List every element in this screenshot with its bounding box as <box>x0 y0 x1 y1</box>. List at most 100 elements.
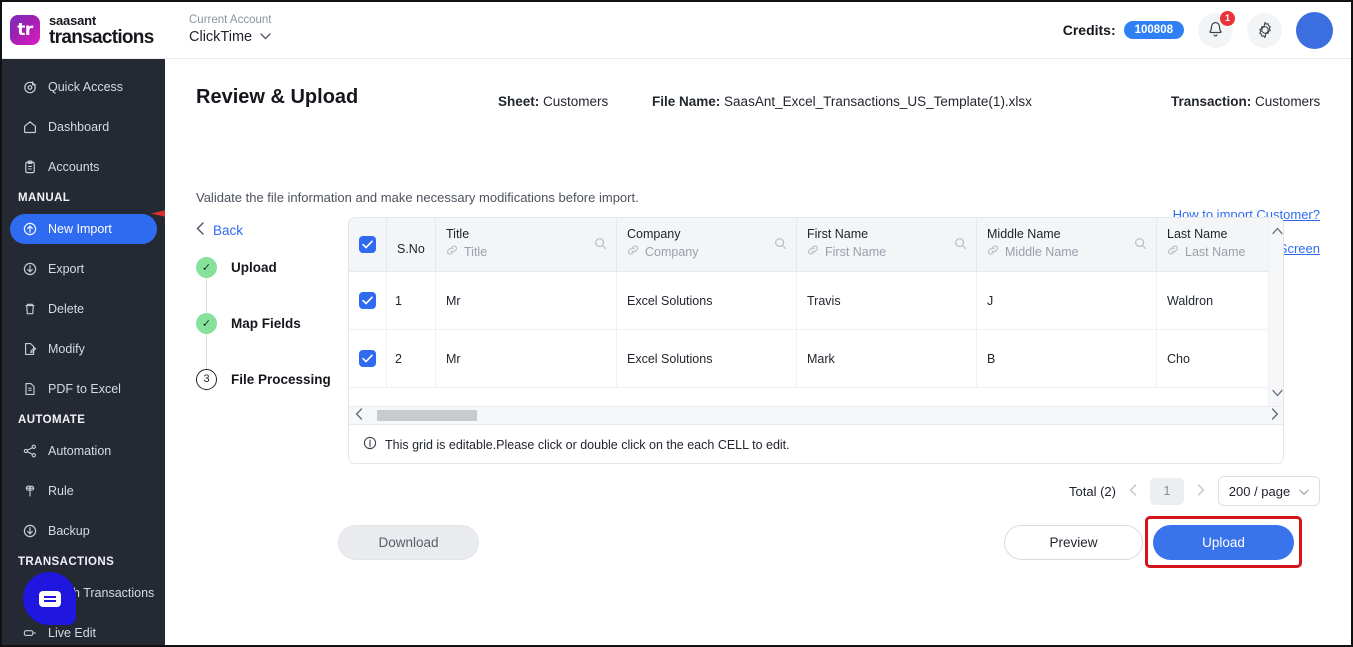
app-window: tr saasant transactions Current Account … <box>0 0 1353 647</box>
scroll-right-icon[interactable] <box>1271 407 1279 425</box>
grid-note-text: This grid is editable.Please click or do… <box>385 437 790 452</box>
transaction-meta: Transaction: Customers <box>1171 94 1320 109</box>
download-button[interactable]: Download <box>338 525 479 560</box>
row-select-cell[interactable] <box>349 272 387 329</box>
cell-last-name[interactable]: Waldron <box>1157 272 1279 329</box>
preview-button[interactable]: Preview <box>1004 525 1143 560</box>
sidebar-item-pdf-to-excel[interactable]: PDF to Excel <box>10 374 157 404</box>
sidebar-item-delete[interactable]: Delete <box>10 294 157 324</box>
current-account-selector[interactable]: Current Account ClickTime <box>189 14 271 46</box>
download-icon <box>23 524 37 538</box>
pagination-next-button[interactable] <box>1197 483 1205 499</box>
sidebar-item-backup[interactable]: Backup <box>10 516 157 546</box>
credits-value-badge[interactable]: 100808 <box>1123 21 1184 39</box>
back-button[interactable]: Back <box>196 222 243 238</box>
step-status-icon: ✓ <box>196 256 217 278</box>
column-header-first-name[interactable]: First Name First Name <box>797 218 977 271</box>
cell-sno[interactable]: 2 <box>387 330 436 387</box>
search-icon[interactable] <box>954 237 967 255</box>
scroll-down-icon[interactable] <box>1271 384 1283 402</box>
hscroll-thumb[interactable] <box>377 410 477 421</box>
column-mapped-field: First Name <box>825 244 887 259</box>
cell-company[interactable]: Excel Solutions <box>617 272 797 329</box>
home-icon <box>23 120 37 134</box>
step-file-processing[interactable]: 3 File Processing <box>196 351 346 407</box>
saasant-logo-icon: tr <box>10 15 40 45</box>
pagination-prev-button[interactable] <box>1129 483 1137 499</box>
share-nodes-icon <box>23 444 37 458</box>
sheet-label: Sheet: <box>498 94 540 109</box>
search-icon[interactable] <box>594 237 607 255</box>
transaction-value: Customers <box>1255 94 1321 109</box>
row-select-cell[interactable] <box>349 330 387 387</box>
search-icon[interactable] <box>774 237 787 255</box>
column-header-title[interactable]: Title Title <box>436 218 617 271</box>
brand-name-top: saasant <box>49 12 97 28</box>
scroll-up-icon[interactable] <box>1271 222 1283 240</box>
clipboard-icon <box>23 160 37 174</box>
steps-list: ✓ Upload ✓ Map Fields 3 File Processing <box>196 239 346 407</box>
column-title: Last Name <box>1167 227 1228 241</box>
cell-company[interactable]: Excel Solutions <box>617 330 797 387</box>
credits-label: Credits: <box>1062 22 1116 38</box>
pagination-current-page[interactable]: 1 <box>1150 477 1184 505</box>
back-label: Back <box>213 222 244 238</box>
cell-first-name[interactable]: Travis <box>797 272 977 329</box>
sidebar-item-label: Live Edit <box>48 626 96 640</box>
step-upload[interactable]: ✓ Upload <box>196 239 346 295</box>
sidebar-item-label: Accounts <box>48 160 100 174</box>
column-header-last-name[interactable]: Last Name Last Name <box>1157 218 1279 271</box>
notification-count-badge: 1 <box>1220 10 1235 26</box>
chevron-down-icon[interactable] <box>260 31 271 44</box>
sidebar-item-label: Modify <box>48 342 85 356</box>
transaction-label: Transaction: <box>1171 94 1252 109</box>
column-header-company[interactable]: Company Company <box>617 218 797 271</box>
select-all-checkbox[interactable] <box>359 236 376 253</box>
sidebar-item-modify[interactable]: Modify <box>10 334 157 364</box>
sidebar-item-rule[interactable]: Rule <box>10 476 157 506</box>
sidebar-item-accounts[interactable]: Accounts <box>10 152 157 182</box>
avatar[interactable] <box>1296 11 1333 49</box>
link-icon <box>1167 244 1179 259</box>
page-size-selector[interactable]: 200 / page <box>1218 476 1320 506</box>
sheet-value: Customers <box>543 94 609 109</box>
page-subtitle: Validate the file information and make n… <box>196 190 639 205</box>
sidebar-item-label: Automation <box>48 444 112 458</box>
sidebar-item-new-import[interactable]: New Import <box>10 214 157 244</box>
chat-bubble-icon[interactable] <box>23 572 76 625</box>
row-checkbox[interactable] <box>359 350 376 367</box>
cell-first-name[interactable]: Mark <box>797 330 977 387</box>
row-checkbox[interactable] <box>359 292 376 309</box>
table-row[interactable]: 1 Mr Excel Solutions Travis J Waldron <box>349 272 1279 330</box>
link-icon <box>807 244 819 259</box>
cell-sno[interactable]: 1 <box>387 272 436 329</box>
sidebar-item-dashboard[interactable]: Dashboard <box>10 112 157 142</box>
top-bar: tr saasant transactions Current Account … <box>2 2 1351 59</box>
notifications-button[interactable]: 1 <box>1198 10 1235 48</box>
sidebar-item-automation[interactable]: Automation <box>10 436 157 466</box>
grid-horizontal-scrollbar[interactable] <box>349 406 1283 425</box>
target-icon <box>23 80 37 94</box>
grid-vertical-scrollbar[interactable] <box>1268 218 1283 406</box>
cell-title[interactable]: Mr <box>436 272 617 329</box>
sidebar-item-live-edit[interactable]: Live Edit <box>10 618 157 645</box>
column-header-middle-name[interactable]: Middle Name Middle Name <box>977 218 1157 271</box>
sidebar-item-label: PDF to Excel <box>48 382 121 396</box>
select-all-header-cell[interactable] <box>349 218 387 271</box>
cell-last-name[interactable]: Cho <box>1157 330 1279 387</box>
scroll-left-icon[interactable] <box>355 407 363 425</box>
sidebar-item-quick-access[interactable]: Quick Access <box>10 72 157 102</box>
hscroll-track[interactable] <box>367 410 1267 421</box>
brand-logo[interactable]: tr saasant transactions <box>10 14 170 47</box>
table-row[interactable]: 2 Mr Excel Solutions Mark B Cho <box>349 330 1279 388</box>
cell-middle-name[interactable]: B <box>977 330 1157 387</box>
sidebar-item-export[interactable]: Export <box>10 254 157 284</box>
step-map-fields[interactable]: ✓ Map Fields <box>196 295 346 351</box>
column-mapped-field: Middle Name <box>1005 244 1079 259</box>
search-icon[interactable] <box>1134 237 1147 255</box>
cell-middle-name[interactable]: J <box>977 272 1157 329</box>
upload-button[interactable]: Upload <box>1153 525 1294 560</box>
cell-title[interactable]: Mr <box>436 330 617 387</box>
settings-button[interactable] <box>1247 12 1282 48</box>
sidebar: Quick Access Dashboard Accounts MANUAL N… <box>2 59 165 645</box>
